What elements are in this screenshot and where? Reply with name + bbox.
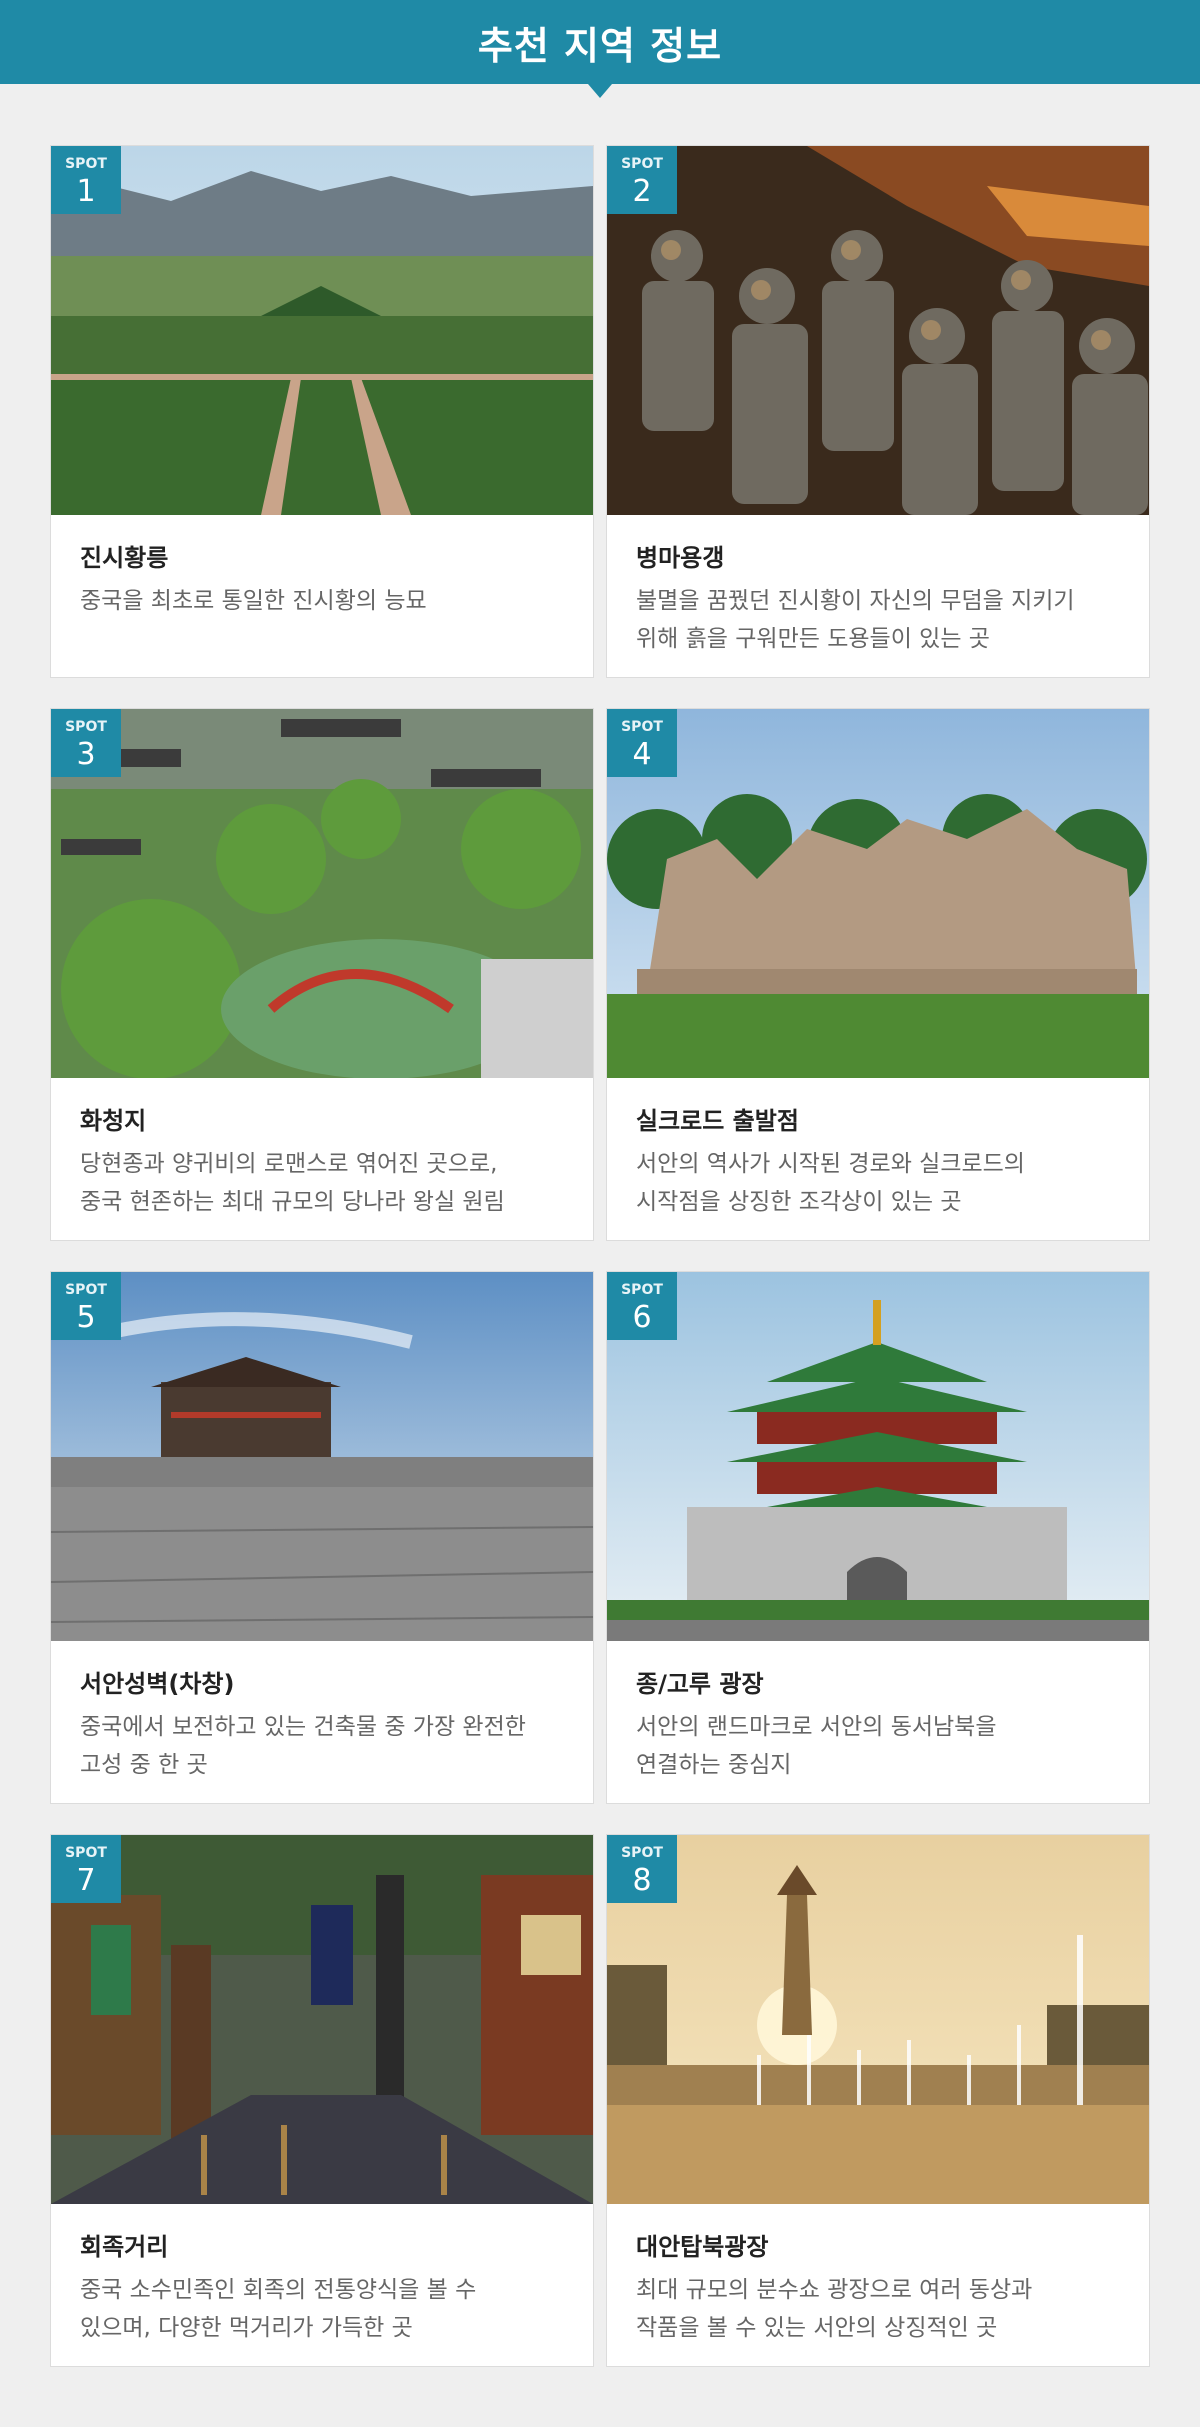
spot-desc-line-2: 고성 중 한 곳 [80, 1752, 208, 1778]
spot-photo-4 [607, 709, 1149, 1078]
badge-label: SPOT [65, 156, 107, 172]
spot-description: 서안의 역사가 시작된 경로와 실크로드의 시작점을 상징한 조각상이 있는 곳 [636, 1145, 1126, 1221]
badge-label: SPOT [65, 1282, 107, 1298]
badge-number: 5 [76, 1300, 96, 1335]
badge-label: SPOT [621, 156, 663, 172]
spot-photo-3 [51, 709, 593, 1078]
spot-badge-4: SPOT 4 [607, 709, 677, 777]
spot-desc-line-1: 중국 소수민족인 회족의 전통양식을 볼 수 [80, 2277, 477, 2303]
spot-photo-8 [607, 1835, 1149, 2204]
spot-desc-line-1: 불멸을 꿈꿨던 진시황이 자신의 무덤을 지키기 [636, 588, 1075, 614]
spot-photo-7 [51, 1835, 593, 2204]
badge-number: 2 [632, 174, 652, 209]
spot-title: 화청지 [80, 1107, 147, 1135]
spot-badge-7: SPOT 7 [51, 1835, 121, 1903]
spot-desc-line-2: 위해 흙을 구워만든 도용들이 있는 곳 [636, 626, 990, 652]
spot-description: 중국에서 보전하고 있는 건축물 중 가장 완전한 고성 중 한 곳 [80, 1708, 570, 1784]
page-title: 추천 지역 정보 [477, 23, 723, 68]
badge-number: 7 [76, 1863, 96, 1898]
spot-desc-line-1: 당현종과 양귀비의 로맨스로 엮어진 곳으로, [80, 1151, 498, 1177]
badge-number: 8 [632, 1863, 652, 1898]
spot-description: 불멸을 꿈꿨던 진시황이 자신의 무덤을 지키기 위해 흙을 구워만든 도용들이… [636, 582, 1126, 658]
badge-label: SPOT [65, 719, 107, 735]
badge-number: 1 [76, 174, 96, 209]
spot-desc-line-2: 있으며, 다양한 먹거리가 가득한 곳 [80, 2315, 413, 2341]
spot-badge-3: SPOT 3 [51, 709, 121, 777]
spot-title: 실크로드 출발점 [636, 1107, 799, 1135]
page-header: 추천 지역 정보 [0, 0, 1200, 84]
spot-desc-line-2: 중국 현존하는 최대 규모의 당나라 왕실 원림 [80, 1189, 505, 1215]
spot-card-5[interactable]: SPOT 5 서안성벽(차창) 중국에서 보전하고 있는 건축물 중 가장 완전… [50, 1271, 594, 1804]
spot-description: 서안의 랜드마크로 서안의 동서남북을 연결하는 중심지 [636, 1708, 1126, 1784]
spot-title: 진시황릉 [80, 544, 169, 572]
spot-card-6[interactable]: SPOT 6 종/고루 광장 서안의 랜드마크로 서안의 동서남북을 연결하는 … [606, 1271, 1150, 1804]
spot-card-2[interactable]: SPOT 2 병마용갱 불멸을 꿈꿨던 진시황이 자신의 무덤을 지키기 위해 … [606, 145, 1150, 678]
spot-description: 중국을 최초로 통일한 진시황의 능묘 [80, 582, 570, 620]
spot-card-7[interactable]: SPOT 7 회족거리 중국 소수민족인 회족의 전통양식을 볼 수 있으며, … [50, 1834, 594, 2367]
spot-photo-2 [607, 146, 1149, 515]
spot-desc-line-1: 서안의 역사가 시작된 경로와 실크로드의 [636, 1151, 1025, 1177]
spot-title: 회족거리 [80, 2233, 169, 2261]
spot-desc-line-2: 작품을 볼 수 있는 서안의 상징적인 곳 [636, 2315, 998, 2341]
badge-label: SPOT [65, 1845, 107, 1861]
spot-photo-5 [51, 1272, 593, 1641]
spot-description: 최대 규모의 분수쇼 광장으로 여러 동상과 작품을 볼 수 있는 서안의 상징… [636, 2271, 1126, 2347]
spot-badge-2: SPOT 2 [607, 146, 677, 214]
spot-title: 병마용갱 [636, 544, 725, 572]
spot-badge-1: SPOT 1 [51, 146, 121, 214]
spot-description: 중국 소수민족인 회족의 전통양식을 볼 수 있으며, 다양한 먹거리가 가득한… [80, 2271, 570, 2347]
badge-label: SPOT [621, 1282, 663, 1298]
spot-desc-line-1: 중국을 최초로 통일한 진시황의 능묘 [80, 588, 427, 614]
spot-desc-line-2: 연결하는 중심지 [636, 1752, 792, 1778]
badge-label: SPOT [621, 719, 663, 735]
spot-description: 당현종과 양귀비의 로맨스로 엮어진 곳으로, 중국 현존하는 최대 규모의 당… [80, 1145, 570, 1221]
badge-number: 4 [632, 737, 652, 772]
badge-number: 3 [76, 737, 96, 772]
spot-photo-1 [51, 146, 593, 515]
spot-desc-line-1: 중국에서 보전하고 있는 건축물 중 가장 완전한 [80, 1714, 526, 1740]
spot-badge-5: SPOT 5 [51, 1272, 121, 1340]
spot-badge-8: SPOT 8 [607, 1835, 677, 1903]
spot-card-8[interactable]: SPOT 8 대안탑북광장 최대 규모의 분수쇼 광장으로 여러 동상과 작품을… [606, 1834, 1150, 2367]
spot-title: 대안탑북광장 [636, 2233, 769, 2261]
spot-title: 종/고루 광장 [636, 1670, 764, 1698]
badge-label: SPOT [621, 1845, 663, 1861]
spot-title: 서안성벽(차창) [80, 1670, 235, 1698]
spot-desc-line-1: 최대 규모의 분수쇼 광장으로 여러 동상과 [636, 2277, 1033, 2303]
spot-card-3[interactable]: SPOT 3 화청지 당현종과 양귀비의 로맨스로 엮어진 곳으로, 중국 현존… [50, 708, 594, 1241]
spot-photo-6 [607, 1272, 1149, 1641]
spot-desc-line-2: 시작점을 상징한 조각상이 있는 곳 [636, 1189, 962, 1215]
spot-card-1[interactable]: SPOT 1 진시황릉 중국을 최초로 통일한 진시황의 능묘 [50, 145, 594, 678]
header-pointer [588, 84, 612, 98]
spot-card-4[interactable]: SPOT 4 실크로드 출발점 서안의 역사가 시작된 경로와 실크로드의 시작… [606, 708, 1150, 1241]
spot-desc-line-1: 서안의 랜드마크로 서안의 동서남북을 [636, 1714, 997, 1740]
spot-badge-6: SPOT 6 [607, 1272, 677, 1340]
badge-number: 6 [632, 1300, 652, 1335]
